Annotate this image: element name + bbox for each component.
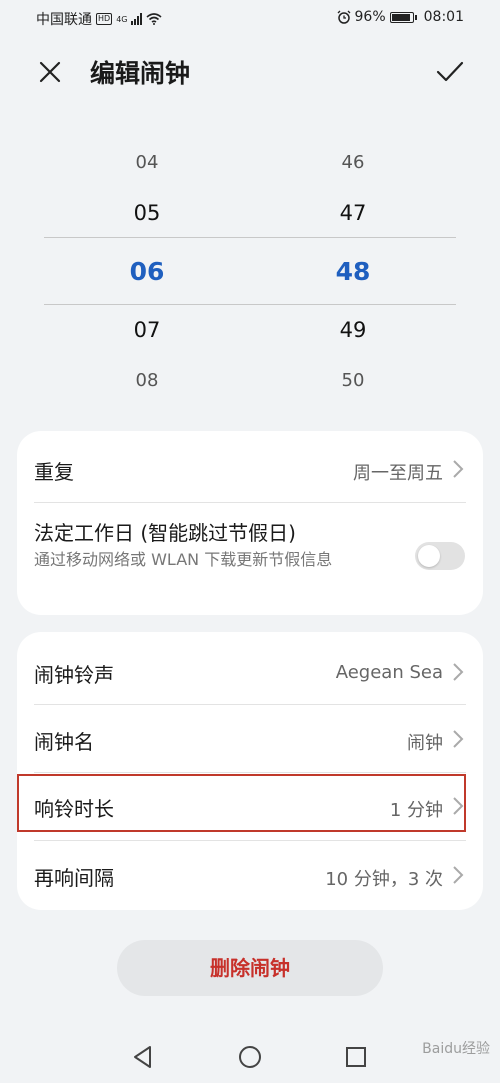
signal-icon [131, 13, 143, 25]
minute-option[interactable]: 46 [298, 152, 408, 173]
alarm-name-value: 闹钟 [407, 733, 443, 754]
settings-card: 闹钟铃声 Aegean Sea 闹钟名 闹钟 响铃时长 1 分钟 再响间隔 10… [17, 632, 483, 910]
snooze-label: 再响间隔 [34, 866, 114, 890]
chevron-right-icon [453, 663, 464, 681]
workday-label: 法定工作日 (智能跳过节假日) [34, 521, 296, 545]
minute-option[interactable]: 49 [298, 318, 408, 342]
delete-alarm-button[interactable]: 删除闹钟 [117, 940, 383, 996]
confirm-button[interactable] [430, 52, 470, 92]
back-triangle-icon[interactable] [130, 1044, 156, 1070]
picker-divider-bottom [44, 304, 456, 305]
close-button[interactable] [30, 52, 70, 92]
snooze-row[interactable]: 再响间隔 10 分钟，3 次 [17, 840, 483, 910]
snooze-value: 10 分钟，3 次 [325, 869, 443, 890]
carrier-name: 中国联通 [36, 12, 92, 28]
hour-option[interactable]: 04 [92, 152, 202, 173]
toggle-knob [418, 545, 440, 567]
minute-option[interactable]: 50 [298, 370, 408, 391]
minute-selected[interactable]: 48 [298, 257, 408, 286]
battery-percent: 96% [354, 9, 386, 25]
repeat-label: 重复 [34, 460, 74, 484]
hour-option[interactable]: 07 [92, 318, 202, 342]
repeat-row[interactable]: 重复 周一至周五 [17, 431, 483, 503]
chevron-right-icon [453, 866, 464, 884]
home-circle-icon[interactable] [237, 1044, 263, 1070]
wifi-icon [146, 13, 163, 25]
minute-option[interactable]: 47 [298, 201, 408, 225]
ringtone-label: 闹钟铃声 [34, 663, 114, 687]
chevron-right-icon [453, 730, 464, 748]
battery-icon [389, 11, 417, 23]
workday-toggle[interactable] [415, 542, 465, 570]
workday-description: 通过移动网络或 WLAN 下载更新节假信息 [34, 550, 333, 569]
close-icon [39, 61, 61, 83]
repeat-value: 周一至周五 [353, 463, 443, 484]
alarm-icon [337, 10, 350, 24]
alarm-name-label: 闹钟名 [34, 730, 94, 754]
hour-selected[interactable]: 06 [92, 257, 202, 286]
picker-divider-top [44, 237, 456, 238]
highlight-box [17, 774, 466, 832]
ringtone-value: Aegean Sea [335, 662, 443, 683]
workday-row[interactable]: 法定工作日 (智能跳过节假日) 通过移动网络或 WLAN 下载更新节假信息 [17, 503, 483, 615]
hour-option[interactable]: 08 [92, 370, 202, 391]
page-title: 编辑闹钟 [90, 59, 191, 88]
clock: 08:01 [423, 9, 464, 25]
recent-square-icon[interactable] [343, 1044, 369, 1070]
chevron-right-icon [453, 460, 464, 478]
network-type: 4G [116, 14, 128, 24]
alarm-name-row[interactable]: 闹钟名 闹钟 [17, 704, 483, 772]
watermark-logo: Baidu经验 [422, 1041, 490, 1057]
repeat-card: 重复 周一至周五 法定工作日 (智能跳过节假日) 通过移动网络或 WLAN 下载… [17, 431, 483, 615]
ringtone-row[interactable]: 闹钟铃声 Aegean Sea [17, 632, 483, 704]
check-icon [436, 61, 464, 82]
time-picker: 04 05 06 07 08 46 47 48 49 50 [0, 130, 500, 415]
app-header: 编辑闹钟 [0, 40, 500, 106]
status-bar: 中国联通 HD 4G 96% 08:01 [0, 0, 500, 34]
hd-badge: HD [96, 13, 113, 25]
hour-option[interactable]: 05 [92, 201, 202, 225]
